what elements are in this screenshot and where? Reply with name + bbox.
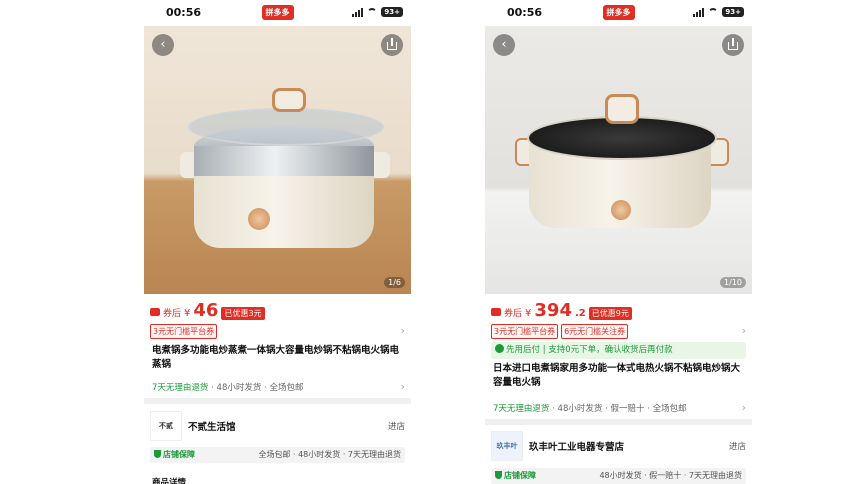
share-icon[interactable] (381, 34, 403, 56)
guarantee-items: 全场包邮 · 48小时发货 · 7天无理由退货 (258, 450, 401, 459)
service-item: 7天无理由退货 (493, 404, 550, 414)
coupon-tag[interactable]: 3元无门槛平台券 (150, 324, 218, 339)
image-page-indicator: 1/10 (720, 277, 746, 288)
after-coupon-label: 券后 (163, 309, 182, 319)
signal-icon (693, 7, 705, 17)
price-row: 券后 ¥ 46 已优惠3元 (150, 300, 405, 322)
service-item: 全场包邮 (652, 404, 687, 414)
coupon-tag-icon (150, 308, 160, 316)
product-title: 电煮锅多功能电炒蒸煮一体锅大容量电炒锅不粘锅电火锅电蒸锅 (152, 345, 400, 370)
battery-icon: 93+ (381, 7, 403, 17)
guarantee-label: 店铺保障 (163, 450, 195, 459)
guarantee-items: 48小时发货 · 假一赔十 · 7天无理由退货 (599, 471, 742, 480)
currency-symbol: ¥ (184, 308, 191, 319)
store-row[interactable]: 玖丰叶 玖丰叶工业电器专营店 进店 (491, 430, 746, 462)
signal-icon (352, 7, 364, 17)
currency-symbol: ¥ (525, 308, 532, 319)
product-title: 日本进口电煮锅家用多功能一体式电热火锅不粘锅电炒锅大容量电火锅 (493, 363, 741, 388)
guarantee-label: 店铺保障 (504, 471, 536, 480)
status-time: 00:56 (166, 6, 202, 19)
shield-icon (154, 450, 161, 458)
coupon-list[interactable]: 3元无门槛平台券 6元无门槛关注券 (491, 324, 746, 339)
check-circle-icon (495, 344, 504, 353)
wifi-icon (367, 8, 378, 16)
hot-pot-illustration (515, 88, 729, 248)
status-time: 00:56 (507, 6, 543, 19)
back-icon[interactable]: ‹ (152, 34, 174, 56)
price: 46 (193, 300, 219, 321)
coupon-tag-icon (491, 308, 501, 316)
discount-badge: 已优惠9元 (588, 307, 632, 320)
price-row: 券后 ¥ 394.2 已优惠9元 (491, 300, 746, 322)
app-brand-badge: 拼多多 (602, 5, 635, 20)
store-logo[interactable]: 玖丰叶 (491, 431, 523, 461)
product-details-label: 商品详情 (152, 478, 187, 484)
coupon-list[interactable]: 3元无门槛平台券 (150, 324, 405, 339)
service-list[interactable]: 7天无理由退货 · 48小时发货 · 全场包邮 (152, 381, 403, 393)
chevron-right-icon[interactable]: › (401, 324, 405, 337)
enter-store-button[interactable]: 进店 (729, 440, 746, 452)
status-bar: 00:56 拼多多 93+ (144, 0, 411, 26)
price-decimal: .2 (574, 308, 586, 319)
price: 394 (534, 300, 572, 321)
store-name[interactable]: 不贰生活馆 (188, 419, 382, 433)
service-list[interactable]: 7天无理由退货 · 48小时发货 · 假一赔十 · 全场包邮 (493, 402, 744, 414)
rice-cooker-illustration (180, 66, 390, 256)
coupon-tag[interactable]: 6元无门槛关注券 (561, 324, 629, 339)
chevron-right-icon[interactable]: › (742, 324, 746, 337)
store-guarantee-bar[interactable]: 店铺保障 全场包邮 · 48小时发货 · 7天无理由退货 (150, 447, 405, 463)
image-page-indicator: 1/6 (384, 277, 405, 288)
enter-store-button[interactable]: 进店 (388, 420, 405, 432)
after-coupon-label: 券后 (504, 309, 523, 319)
store-row[interactable]: 不贰 不贰生活馆 进店 (150, 410, 405, 442)
service-item: 48小时发货 (216, 383, 262, 393)
chevron-right-icon[interactable]: › (401, 380, 405, 393)
pay-later-banner[interactable]: 先用后付 | 支持0元下单，确认收货后再付款 (491, 342, 746, 359)
share-icon[interactable] (722, 34, 744, 56)
store-logo[interactable]: 不贰 (150, 411, 182, 441)
service-item: 7天无理由退货 (152, 383, 209, 393)
product-screen-right: 00:56 拼多多 93+ ‹ 1/10 券后 ¥ 394.2 已优惠9元 3元… (485, 0, 752, 484)
app-brand-badge: 拼多多 (261, 5, 294, 20)
shield-icon (495, 471, 502, 479)
product-image[interactable]: ‹ 1/6 (144, 26, 411, 294)
service-item: 全场包邮 (269, 383, 304, 393)
pay-later-text: 先用后付 | 支持0元下单，确认收货后再付款 (506, 345, 673, 355)
discount-badge: 已优惠3元 (221, 307, 265, 320)
battery-icon: 93+ (722, 7, 744, 17)
product-image[interactable]: ‹ 1/10 (485, 26, 752, 294)
wifi-icon (708, 8, 719, 16)
store-guarantee-bar[interactable]: 店铺保障 48小时发货 · 假一赔十 · 7天无理由退货 (491, 468, 746, 484)
service-item: 48小时发货 (557, 404, 603, 414)
service-item: 假一赔十 (610, 404, 645, 414)
status-bar: 00:56 拼多多 93+ (485, 0, 752, 26)
coupon-tag[interactable]: 3元无门槛平台券 (491, 324, 559, 339)
store-name[interactable]: 玖丰叶工业电器专营店 (529, 439, 723, 453)
chevron-right-icon[interactable]: › (742, 401, 746, 414)
product-screen-left: 00:56 拼多多 93+ ‹ 1/6 券后 ¥ 46 已优惠3元 3元无门槛平… (144, 0, 411, 484)
back-icon[interactable]: ‹ (493, 34, 515, 56)
